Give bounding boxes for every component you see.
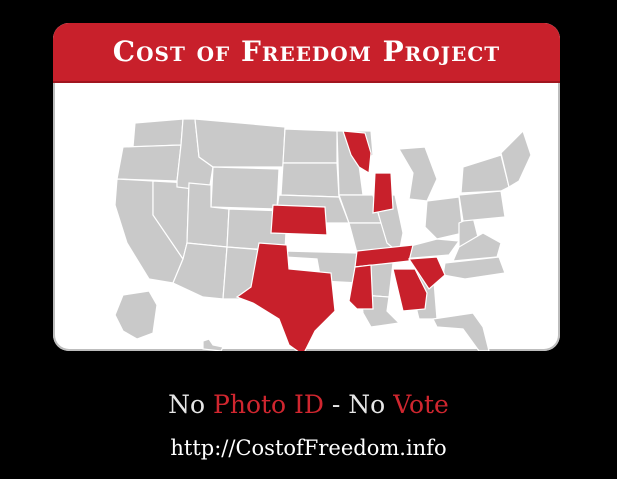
us-map xyxy=(53,83,560,351)
state-washington xyxy=(132,118,184,148)
tagline-no: No xyxy=(168,390,214,419)
state-ohio xyxy=(424,196,464,240)
state-oregon xyxy=(116,144,182,182)
state-michigan xyxy=(397,146,438,202)
state-pennsylvania xyxy=(458,190,506,222)
tagline-dash-no: - No xyxy=(323,390,394,419)
state-wyoming xyxy=(210,166,280,210)
tagline: No Photo ID - No Vote xyxy=(0,390,617,419)
state-south-dakota xyxy=(280,162,340,198)
state-north-carolina xyxy=(442,256,506,280)
state-north-dakota xyxy=(282,128,338,164)
card-title: Cost of Freedom Project xyxy=(53,23,560,83)
state-montana xyxy=(194,118,286,168)
state-kansas xyxy=(270,204,328,236)
tagline-photo-id: Photo ID xyxy=(213,390,324,419)
state-new-york xyxy=(460,154,510,194)
tagline-vote: Vote xyxy=(393,390,449,419)
state-hawaii xyxy=(202,338,224,351)
footer-url: http://CostofFreedom.info xyxy=(170,436,447,460)
state-florida xyxy=(432,312,490,351)
map-card: Cost of Freedom Project xyxy=(53,23,560,351)
state-alaska xyxy=(114,290,158,340)
state-indiana xyxy=(372,172,394,214)
